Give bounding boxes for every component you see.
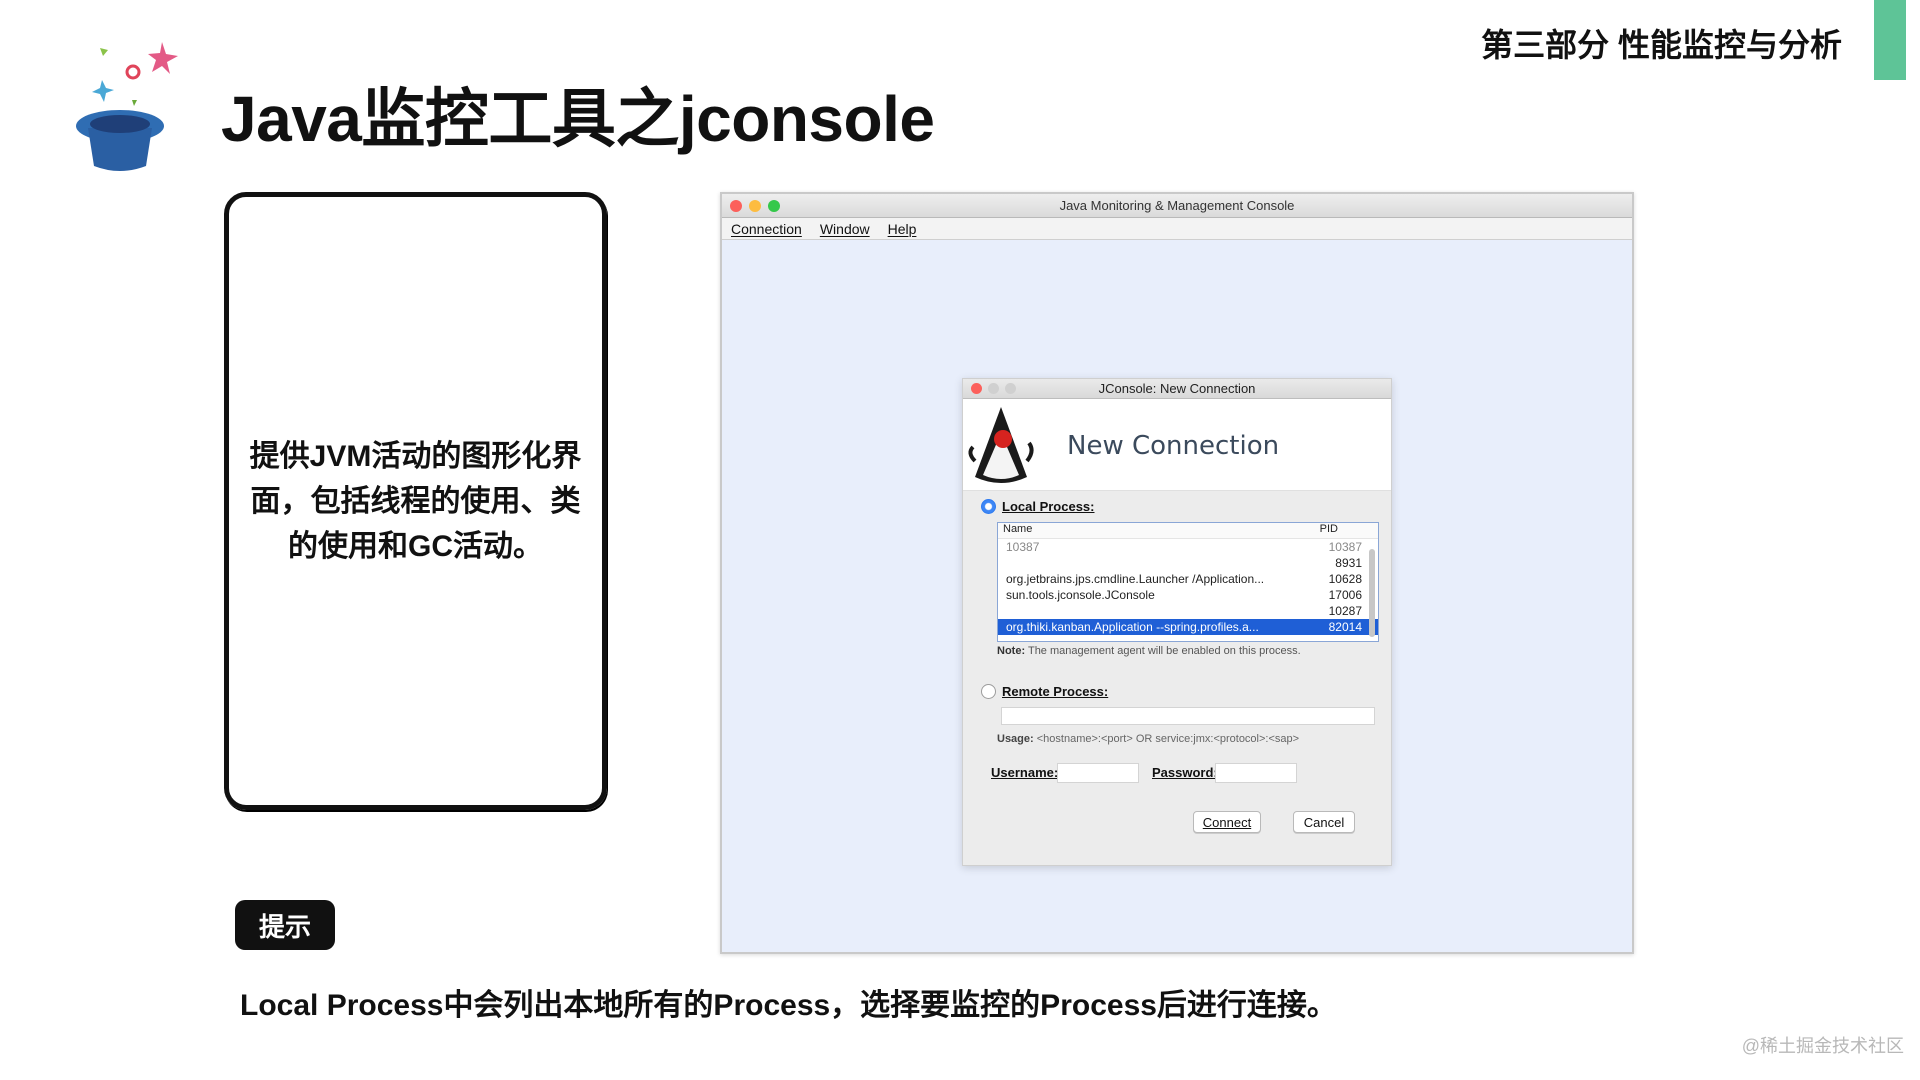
local-process-option[interactable]: Local Process:: [981, 499, 1095, 514]
table-scrollbar[interactable]: [1369, 549, 1375, 637]
process-table-header: Name PID: [998, 523, 1378, 539]
local-process-radio[interactable]: [981, 499, 996, 514]
accent-bar: [1874, 0, 1906, 80]
jmc-window: Java Monitoring & Management Console Con…: [720, 192, 1634, 954]
menu-connection[interactable]: Connection: [731, 221, 802, 237]
process-name: org.thiki.kanban.Application --spring.pr…: [1006, 620, 1259, 634]
process-row[interactable]: 10387 10387: [998, 539, 1378, 555]
username-field[interactable]: [1057, 763, 1139, 783]
note-label: Note:: [997, 645, 1026, 657]
dialog-window-controls: [971, 383, 1016, 394]
process-row[interactable]: 10287: [998, 603, 1378, 619]
new-connection-dialog: JConsole: New Connection New Connection …: [962, 378, 1392, 866]
usage-label: Usage:: [997, 733, 1034, 745]
column-pid-header[interactable]: PID: [1320, 523, 1338, 538]
watermark: @稀土掘金技术社区: [1741, 1036, 1904, 1056]
minimize-window-button[interactable]: [749, 200, 761, 212]
password-label: Password:: [1152, 765, 1218, 780]
process-name: org.jetbrains.jps.cmdline.Launcher /Appl…: [1006, 572, 1265, 586]
process-table: Name PID 10387 10387 8931 org.jetbrains.…: [997, 522, 1379, 642]
remote-process-radio[interactable]: [981, 684, 996, 699]
process-pid: 10287: [1328, 604, 1362, 618]
remote-process-option[interactable]: Remote Process:: [981, 684, 1108, 699]
process-pid: 17006: [1328, 588, 1362, 602]
menu-help[interactable]: Help: [888, 221, 917, 237]
dialog-header: New Connection: [963, 399, 1391, 491]
note-text: The management agent will be enabled on …: [1027, 645, 1301, 657]
remote-process-label: Remote Process:: [1002, 684, 1109, 699]
connect-button[interactable]: Connect: [1193, 811, 1261, 833]
process-name: 10387: [1006, 540, 1040, 554]
process-pid: 10628: [1328, 572, 1362, 586]
cancel-button[interactable]: Cancel: [1293, 811, 1355, 833]
tip-text: Local Process中会列出本地所有的Process，选择要监控的Proc…: [240, 989, 1337, 1022]
tip-badge: 提示: [235, 900, 335, 950]
description-card: 提供JVM活动的图形化界面，包括线程的使用、类的使用和GC活动。: [224, 192, 607, 810]
window-controls: [730, 200, 780, 212]
dialog-heading: New Connection: [1067, 431, 1280, 461]
process-row[interactable]: org.jetbrains.jps.cmdline.Launcher /Appl…: [998, 571, 1378, 587]
dialog-minimize-button: [988, 383, 999, 394]
dialog-zoom-button: [1005, 383, 1016, 394]
magic-hat-logo: [76, 42, 178, 171]
local-process-label: Local Process:: [1002, 499, 1095, 514]
jmc-window-title: Java Monitoring & Management Console: [1059, 198, 1295, 213]
dialog-title: JConsole: New Connection: [1098, 381, 1256, 396]
description-text: 提供JVM活动的图形化界面，包括线程的使用、类的使用和GC活动。: [249, 439, 582, 563]
process-pid: 10387: [1328, 540, 1362, 554]
username-label: Username:: [991, 765, 1059, 780]
close-window-button[interactable]: [730, 200, 742, 212]
dialog-titlebar: JConsole: New Connection: [963, 379, 1391, 399]
usage-text: <hostname>:<port> OR service:jmx:<protoc…: [1036, 733, 1300, 745]
menu-bar: Connection Window Help: [722, 218, 1632, 240]
zoom-window-button[interactable]: [768, 200, 780, 212]
duke-mascot-icon: [968, 407, 1034, 483]
column-name-header[interactable]: Name: [1003, 523, 1032, 538]
process-row[interactable]: sun.tools.jconsole.JConsole 17006: [998, 587, 1378, 603]
jmc-titlebar: Java Monitoring & Management Console: [722, 194, 1632, 218]
process-name: sun.tools.jconsole.JConsole: [1006, 588, 1155, 602]
process-row-selected[interactable]: org.thiki.kanban.Application --spring.pr…: [998, 619, 1378, 635]
process-pid: 8931: [1335, 556, 1362, 570]
menu-window[interactable]: Window: [820, 221, 870, 237]
remote-process-input[interactable]: [1001, 707, 1375, 725]
agent-note: Note: The management agent will be enabl…: [997, 645, 1301, 657]
usage-hint: Usage: <hostname>:<port> OR service:jmx:…: [997, 733, 1299, 745]
page-title: Java监控工具之jconsole: [221, 83, 935, 155]
password-field[interactable]: [1215, 763, 1297, 783]
process-pid: 82014: [1328, 620, 1362, 634]
process-row[interactable]: 8931: [998, 555, 1378, 571]
section-label: 第三部分 性能监控与分析: [1481, 27, 1842, 63]
dialog-close-button[interactable]: [971, 383, 982, 394]
